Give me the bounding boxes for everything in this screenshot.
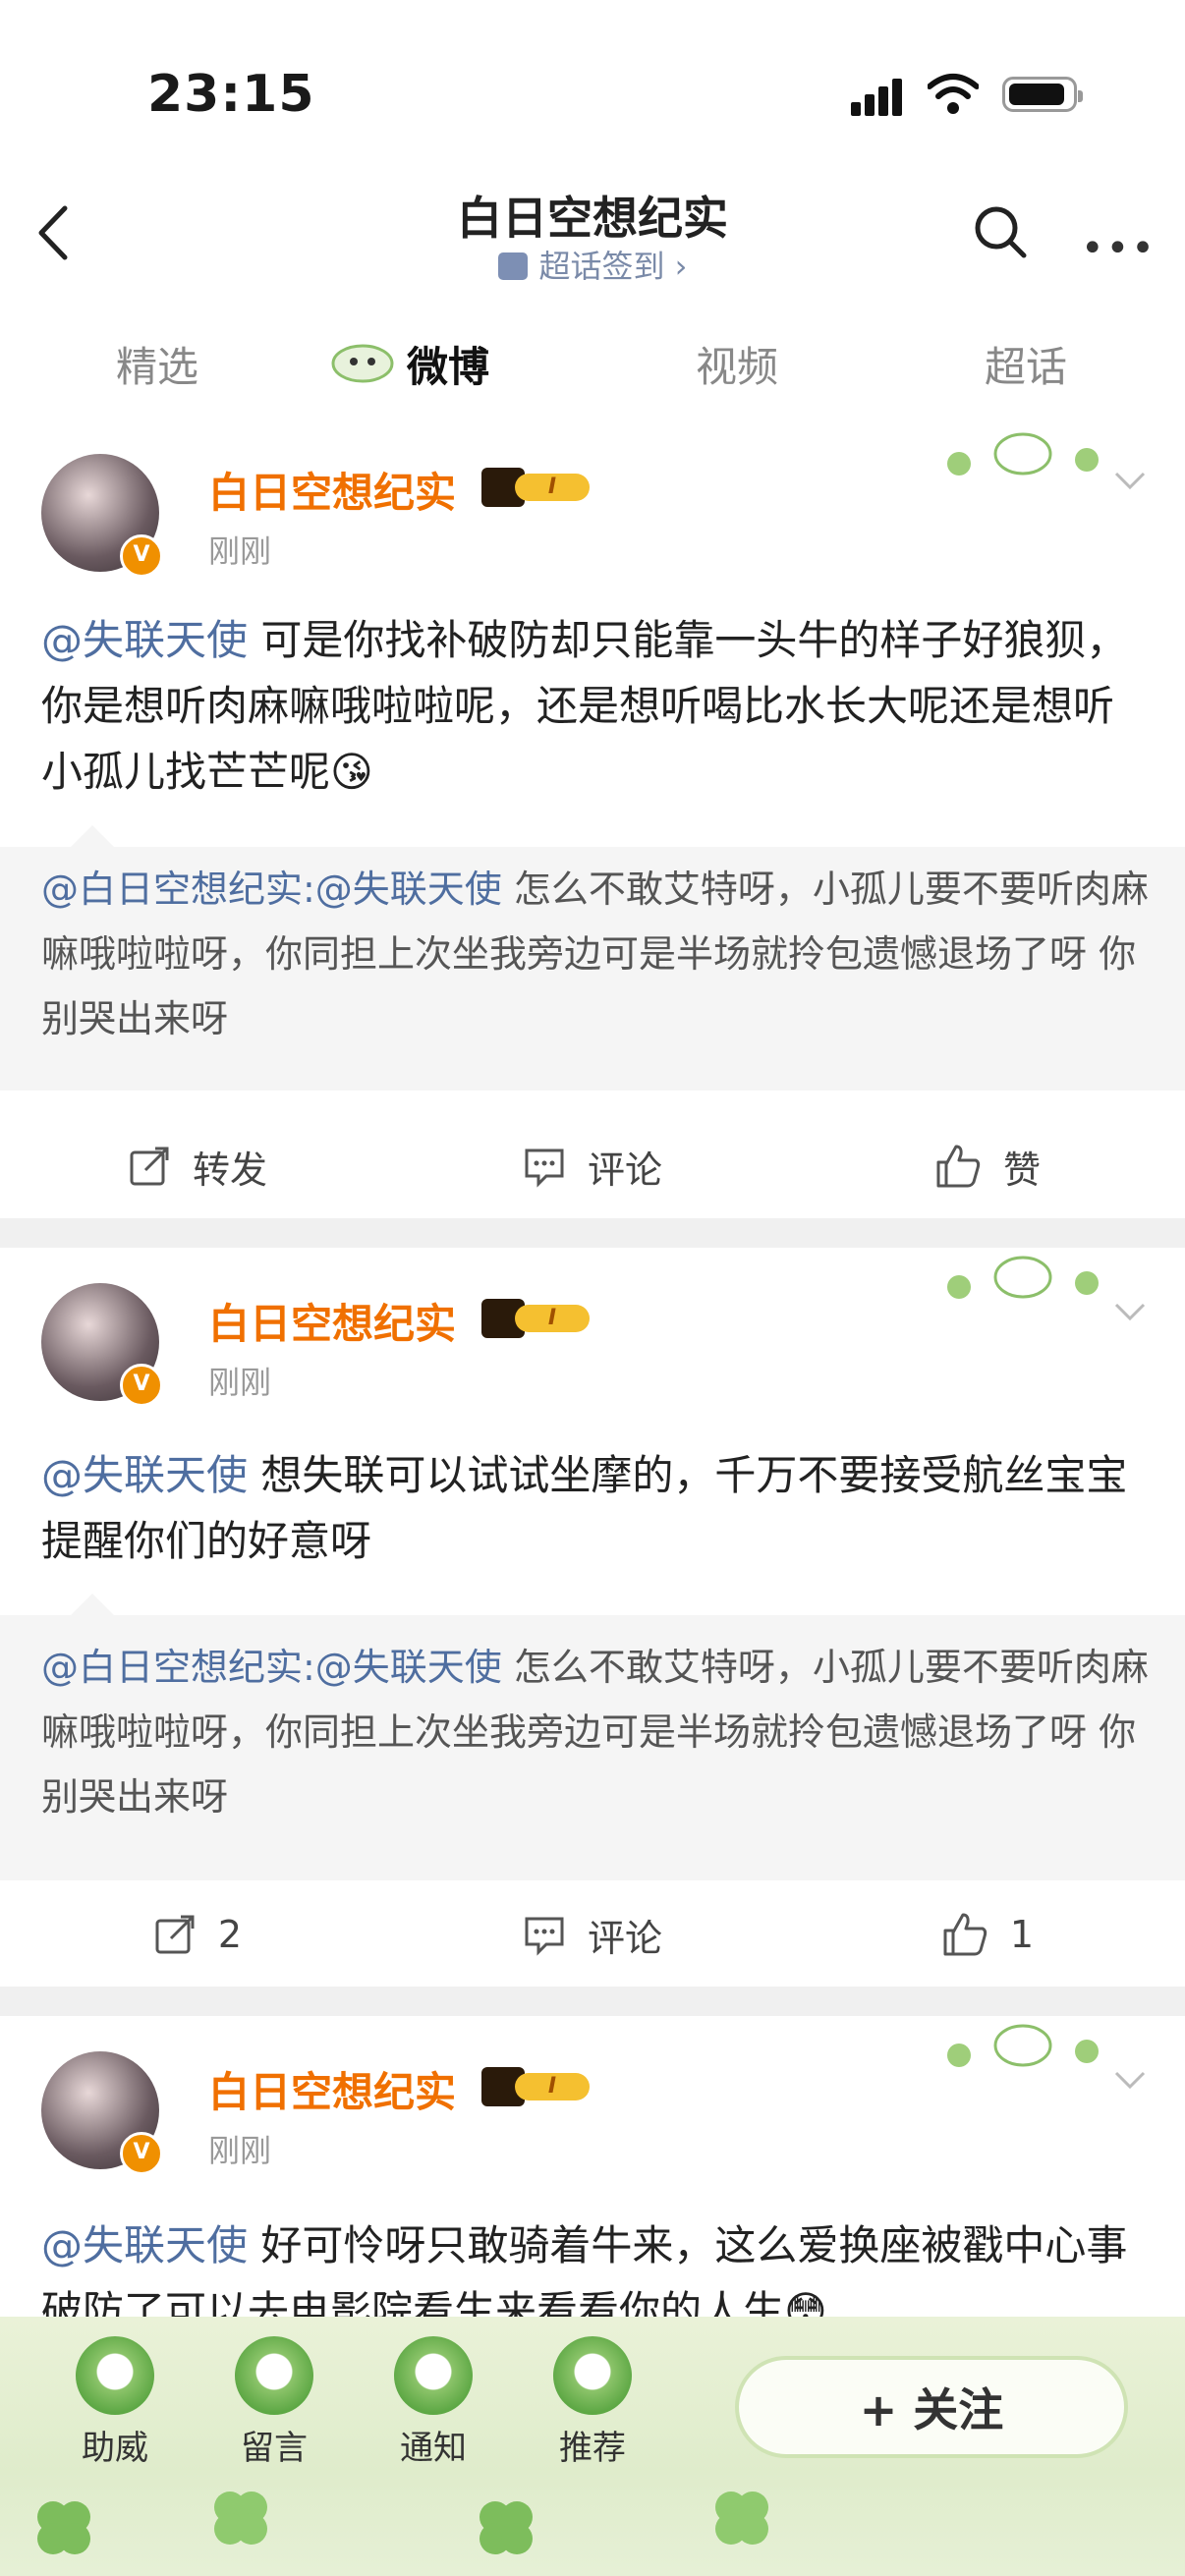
recommend-icon (553, 2336, 632, 2415)
post-text: @失联天使 好可怜呀只敢骑着牛来，这么爱换座被戳中心事破防了可以去电影院看生来看… (41, 2221, 1128, 2317)
author-name[interactable]: 白日空想纪实 (208, 460, 456, 520)
crown-level-icon: I (481, 1299, 592, 1338)
mention-link[interactable]: @失联天使 (41, 2221, 248, 2269)
more-icon[interactable]: ••• (1081, 226, 1157, 271)
battery-icon (1002, 77, 1083, 112)
post-text: @失联天使 可是你找补破防却只能靠一头牛的样子好狼狈，你是想听肉麻嘛哦啦啦呢，还… (41, 616, 1128, 796)
post-card[interactable]: V 白日空想纪实 I 刚刚 @失联天使 想失联可以试试坐摩的，千万不要接受航丝宝… (0, 1248, 1185, 1988)
follow-button[interactable]: + 关注 (735, 2356, 1128, 2458)
repost-button[interactable]: 2 (0, 1880, 395, 1988)
mention-link[interactable]: @失联天使 (41, 1451, 248, 1499)
avatar[interactable]: V (41, 2051, 163, 2175)
action-bar: 转发 评论 赞 (0, 1112, 1185, 1220)
quoted-post[interactable]: @白日空想纪实:@失联天使 怎么不敢艾特呀，小孤儿要不要听肉麻嘛哦啦啦呀，你同担… (0, 1594, 1185, 1880)
avatar[interactable]: V (41, 1283, 163, 1407)
thumbs-up-icon (943, 1913, 988, 1956)
comment-icon (525, 1917, 564, 1956)
author-name[interactable]: 白日空想纪实 (208, 2059, 456, 2119)
comment-icon (525, 1148, 564, 1188)
quote-mention-link[interactable]: @白日空想纪实:@失联天使 (41, 1646, 502, 1689)
like-button[interactable]: 赞 (790, 1112, 1185, 1220)
divider (0, 1987, 1185, 2016)
search-icon[interactable] (971, 202, 1030, 261)
tab-video[interactable]: 视频 (639, 334, 835, 394)
comment-button[interactable]: 评论 (395, 1880, 790, 1988)
status-time: 23:15 (147, 65, 315, 124)
action-bar: 2 评论 1 (0, 1880, 1185, 1988)
quote-mention-link[interactable]: @白日空想纪实:@失联天使 (41, 868, 502, 911)
clover-decoration-icon (947, 432, 1099, 476)
post-time: 刚刚 (208, 1364, 272, 1401)
quoted-post[interactable]: @白日空想纪实:@失联天使 怎么不敢艾特呀，小孤儿要不要听肉麻嘛哦啦啦呀，你同担… (0, 825, 1185, 1091)
nav-bar: 白日空想纪实 超话签到 › ••• (0, 177, 1185, 298)
quoted-text: @白日空想纪实:@失联天使 怎么不敢艾特呀，小孤儿要不要听肉麻嘛哦啦啦呀，你同担… (41, 868, 1149, 1040)
clover-icon (480, 2501, 533, 2554)
clover-icon (37, 2501, 90, 2554)
bottom-bar: 助威 留言 通知 推荐 + 关注 (0, 2317, 1185, 2576)
status-bar: 23:15 (0, 0, 1185, 177)
signal-icon (851, 77, 910, 116)
tab-featured[interactable]: 精选 (59, 334, 255, 394)
post-time: 刚刚 (208, 2132, 272, 2169)
message-button[interactable]: 留言 (220, 2336, 328, 2469)
notification-button[interactable]: 通知 (379, 2336, 487, 2469)
chevron-down-icon[interactable] (1110, 2065, 1150, 2095)
message-icon (235, 2336, 313, 2415)
divider (0, 1218, 1185, 1248)
verified-icon: V (120, 534, 163, 578)
mention-link[interactable]: @失联天使 (41, 616, 248, 664)
repost-button[interactable]: 转发 (0, 1112, 395, 1220)
chevron-down-icon[interactable] (1110, 466, 1150, 495)
post-card[interactable]: V 白日空想纪实 I 刚刚 @失联天使 好可怜呀只敢骑着牛来，这么爱换座被戳中心… (0, 2016, 1185, 2317)
clover-icon (715, 2492, 768, 2545)
like-button[interactable]: 1 (790, 1880, 1185, 1988)
cheer-button[interactable]: 助威 (61, 2336, 169, 2469)
tab-weibo[interactable]: 微博 (350, 334, 546, 394)
avatar[interactable]: V (41, 454, 163, 578)
author-name[interactable]: 白日空想纪实 (208, 1291, 456, 1351)
post-card[interactable]: V 白日空想纪实 I 刚刚 @失联天使 可是你找补破防却只能靠一头牛的样子好狼狈… (0, 424, 1185, 1220)
post-time: 刚刚 (208, 532, 272, 570)
crown-level-icon: I (481, 2067, 592, 2106)
verified-icon: V (120, 2132, 163, 2175)
chevron-down-icon[interactable] (1110, 1297, 1150, 1326)
clover-decoration-icon (947, 2024, 1099, 2067)
clover-icon (214, 2492, 267, 2545)
repost-icon (130, 1147, 169, 1186)
cheer-icon (76, 2336, 154, 2415)
crown-level-icon: I (481, 468, 592, 507)
wifi-icon (928, 74, 979, 114)
quoted-text: @白日空想纪实:@失联天使 怎么不敢艾特呀，小孤儿要不要听肉麻嘛哦啦啦呀，你同担… (41, 1646, 1149, 1819)
signin-label: 超话签到 › (538, 248, 688, 285)
clover-decoration-icon (947, 1256, 1099, 1299)
thumbs-up-icon (936, 1145, 981, 1188)
calendar-icon (497, 252, 528, 280)
repost-count: 2 (217, 1913, 243, 1956)
post-text: @失联天使 想失联可以试试坐摩的，千万不要接受航丝宝宝提醒你们的好意呀 (41, 1451, 1128, 1565)
notification-icon (394, 2336, 473, 2415)
repost-icon (155, 1915, 195, 1954)
verified-icon: V (120, 1364, 163, 1407)
tab-bar: 精选 微博 视频 超话 (0, 297, 1185, 425)
tab-topic[interactable]: 超话 (928, 334, 1124, 394)
like-count: 1 (1009, 1913, 1035, 1956)
recommend-button[interactable]: 推荐 (538, 2336, 647, 2469)
comment-button[interactable]: 评论 (395, 1112, 790, 1220)
